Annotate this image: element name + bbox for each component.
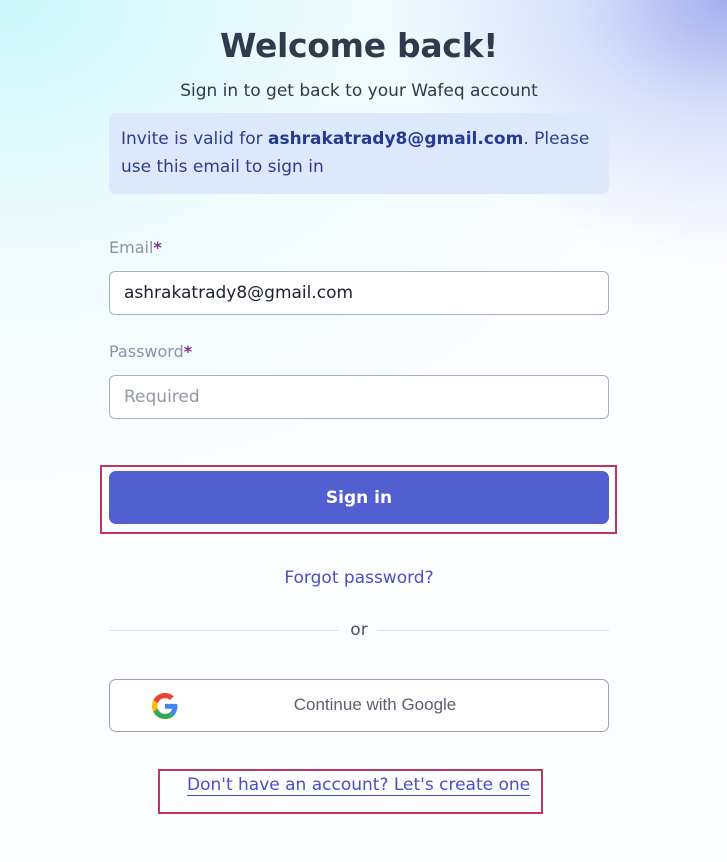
invite-notice: Invite is valid for ashrakatrady8@gmail.…: [109, 113, 609, 194]
email-field[interactable]: [109, 271, 609, 315]
password-label-text: Password: [109, 342, 184, 361]
create-account-link[interactable]: Don't have an account? Let's create one: [187, 775, 530, 795]
divider-line-right: [377, 630, 609, 631]
signin-button[interactable]: Sign in: [109, 471, 609, 524]
google-button-label: Continue with Google: [293, 695, 457, 714]
google-signin-button[interactable]: Continue with Google: [109, 679, 609, 732]
invite-email: ashrakatrady8@gmail.com: [267, 129, 524, 149]
required-marker: *: [153, 238, 162, 257]
forgot-password-link[interactable]: Forgot password?: [0, 568, 718, 588]
password-field[interactable]: [109, 375, 609, 419]
page-title: Welcome back!: [220, 26, 498, 65]
divider-or: or: [350, 620, 368, 640]
page-subtitle: Sign in to get back to your Wafeq accoun…: [180, 81, 538, 101]
email-label: Email*: [109, 238, 162, 257]
email-label-text: Email: [109, 238, 154, 257]
invite-prefix: Invite is valid for: [121, 129, 268, 149]
password-label: Password*: [109, 342, 192, 361]
required-marker: *: [183, 342, 193, 361]
